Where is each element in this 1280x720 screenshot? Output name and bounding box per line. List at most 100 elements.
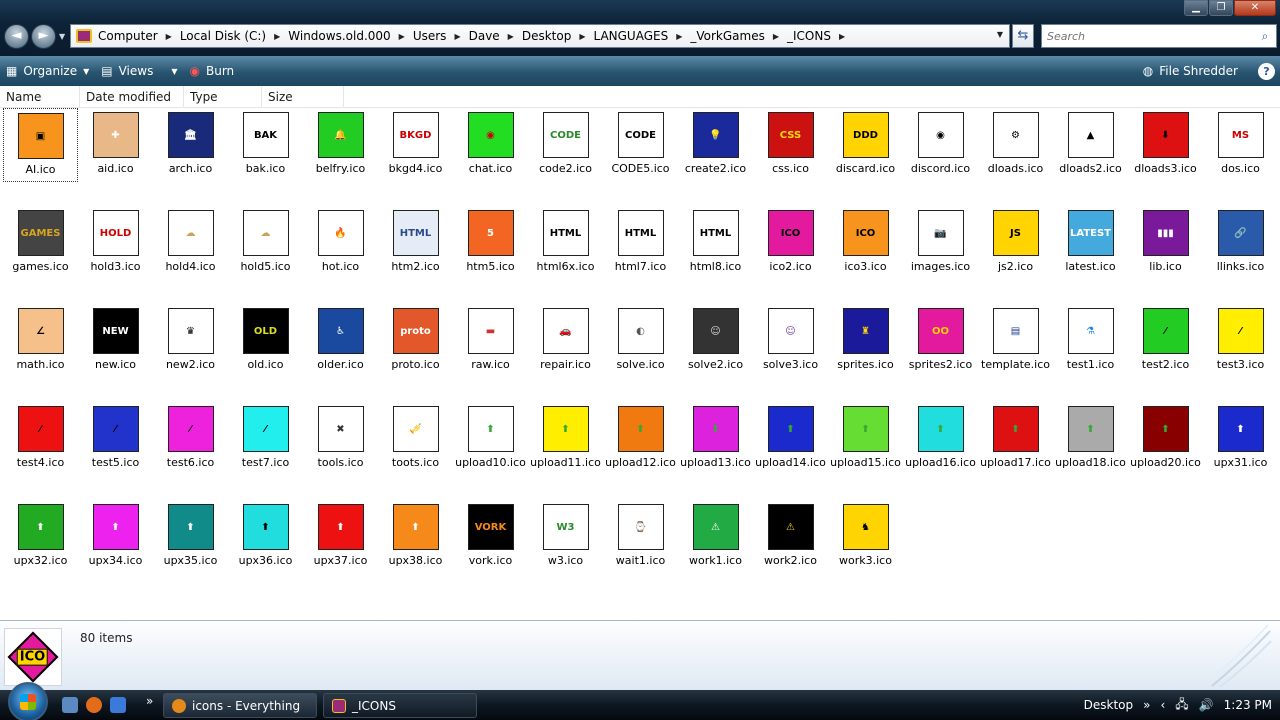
- file-item[interactable]: GAMES games.ico: [3, 206, 78, 280]
- organize-button[interactable]: ▦ Organize ▼: [0, 56, 95, 86]
- file-item[interactable]: ⬆ upload11.ico: [528, 402, 603, 476]
- file-item[interactable]: ☺ solve2.ico: [678, 304, 753, 378]
- firefox-icon[interactable]: [86, 697, 102, 713]
- views-button[interactable]: ▤ Views ▼: [95, 56, 183, 86]
- file-item[interactable]: DDD discard.ico: [828, 108, 903, 182]
- file-item[interactable]: ♜ sprites.ico: [828, 304, 903, 378]
- column-date-modified[interactable]: Date modified: [80, 86, 184, 108]
- search-input[interactable]: [1042, 29, 1254, 43]
- tray-expand-icon[interactable]: ‹: [1160, 698, 1165, 712]
- breadcrumb-arrow-icon[interactable]: ▶: [399, 32, 405, 41]
- file-item[interactable]: ⬆ upload10.ico: [453, 402, 528, 476]
- file-item[interactable]: HTML html8.ico: [678, 206, 753, 280]
- clock[interactable]: 1:23 PM: [1224, 698, 1272, 712]
- breadcrumb-arrow-icon[interactable]: ▶: [274, 32, 280, 41]
- breadcrumb-item[interactable]: Desktop ▶: [522, 29, 594, 43]
- file-item[interactable]: ⬆ upx32.ico: [3, 500, 78, 574]
- breadcrumb-item[interactable]: Computer ▶: [98, 29, 180, 43]
- file-item[interactable]: HTML htm2.ico: [378, 206, 453, 280]
- file-item[interactable]: 🚗 repair.ico: [528, 304, 603, 378]
- file-item[interactable]: ♛ new2.ico: [153, 304, 228, 378]
- file-item[interactable]: NEW new.ico: [78, 304, 153, 378]
- search-icon[interactable]: ⌕: [1254, 29, 1276, 44]
- breadcrumb-arrow-icon[interactable]: ▶: [454, 32, 460, 41]
- file-item[interactable]: 🔔 belfry.ico: [303, 108, 378, 182]
- file-item[interactable]: ⬆ upx31.ico: [1203, 402, 1278, 476]
- volume-icon[interactable]: 🔊: [1199, 698, 1214, 712]
- file-item[interactable]: 🔗 llinks.ico: [1203, 206, 1278, 280]
- minimize-button[interactable]: ▁: [1184, 0, 1208, 16]
- file-item[interactable]: ∠ math.ico: [3, 304, 78, 378]
- file-item[interactable]: ICO ico2.ico: [753, 206, 828, 280]
- file-item[interactable]: ⁄ test7.ico: [228, 402, 303, 476]
- desktop-toolbar-label[interactable]: Desktop: [1084, 698, 1134, 712]
- desktop-chevron[interactable]: »: [1143, 698, 1150, 712]
- file-item[interactable]: ⬆ upload18.ico: [1053, 402, 1128, 476]
- help-icon[interactable]: ?: [1258, 63, 1275, 80]
- breadcrumb-item[interactable]: Users ▶: [413, 29, 469, 43]
- breadcrumb-arrow-icon[interactable]: ▶: [579, 32, 585, 41]
- breadcrumb-item[interactable]: _ICONS ▶: [787, 29, 853, 43]
- file-item[interactable]: ⌚ wait1.ico: [603, 500, 678, 574]
- file-item[interactable]: ⬆ upx36.ico: [228, 500, 303, 574]
- file-item[interactable]: proto proto.ico: [378, 304, 453, 378]
- file-item[interactable]: ⬆ upload15.ico: [828, 402, 903, 476]
- file-item[interactable]: ▮▮▮ lib.ico: [1128, 206, 1203, 280]
- column-size[interactable]: Size: [262, 86, 344, 108]
- file-item[interactable]: ✚ aid.ico: [78, 108, 153, 182]
- file-item[interactable]: ⬆ upx35.ico: [153, 500, 228, 574]
- forward-button[interactable]: ►: [31, 24, 56, 49]
- file-item[interactable]: ⬇ dloads3.ico: [1128, 108, 1203, 182]
- file-item[interactable]: ⁄ test4.ico: [3, 402, 78, 476]
- file-item[interactable]: ⬆ upload16.ico: [903, 402, 978, 476]
- file-item[interactable]: MS dos.ico: [1203, 108, 1278, 182]
- file-item[interactable]: ⬆ upx37.ico: [303, 500, 378, 574]
- file-item[interactable]: ♿ older.ico: [303, 304, 378, 378]
- file-item[interactable]: ✖ tools.ico: [303, 402, 378, 476]
- file-item[interactable]: ⚙ dloads.ico: [978, 108, 1053, 182]
- file-item[interactable]: ◉ chat.ico: [453, 108, 528, 182]
- address-dropdown-icon[interactable]: ▼: [997, 30, 1003, 39]
- file-item[interactable]: ☁ hold5.ico: [228, 206, 303, 280]
- address-bar[interactable]: Computer ▶ Local Disk (C:) ▶ Windows.old.000…: [70, 24, 1010, 48]
- file-item[interactable]: ⚠ work1.ico: [678, 500, 753, 574]
- breadcrumb-item[interactable]: Dave ▶: [469, 29, 522, 43]
- file-item[interactable]: CODE code2.ico: [528, 108, 603, 182]
- breadcrumb-arrow-icon[interactable]: ▶: [839, 32, 845, 41]
- file-item[interactable]: ⬆ upx38.ico: [378, 500, 453, 574]
- recent-pages-dropdown-icon[interactable]: ▼: [59, 32, 65, 41]
- file-item[interactable]: 🏛 arch.ico: [153, 108, 228, 182]
- start-button[interactable]: [8, 682, 48, 720]
- file-item[interactable]: ⬆ upload14.ico: [753, 402, 828, 476]
- breadcrumb-arrow-icon[interactable]: ▶: [676, 32, 682, 41]
- file-item[interactable]: CODE CODE5.ico: [603, 108, 678, 182]
- file-item[interactable]: OO sprites2.ico: [903, 304, 978, 378]
- breadcrumb-item[interactable]: LANGUAGES ▶: [593, 29, 690, 43]
- file-item[interactable]: ☺ solve3.ico: [753, 304, 828, 378]
- file-item[interactable]: ▲ dloads2.ico: [1053, 108, 1128, 182]
- refresh-icon[interactable]: ⇆: [1012, 24, 1034, 48]
- quick-launch-chevron[interactable]: »: [146, 694, 153, 708]
- file-item[interactable]: ▣ AI.ico: [3, 108, 78, 182]
- file-item[interactable]: ⚠ work2.ico: [753, 500, 828, 574]
- column-name[interactable]: Name: [0, 86, 80, 108]
- file-item[interactable]: ⁄ test6.ico: [153, 402, 228, 476]
- breadcrumb-arrow-icon[interactable]: ▶: [166, 32, 172, 41]
- column-type[interactable]: Type: [184, 86, 262, 108]
- maximize-button[interactable]: ❐: [1209, 0, 1233, 16]
- file-item[interactable]: BKGD bkgd4.ico: [378, 108, 453, 182]
- file-item[interactable]: VORK vork.ico: [453, 500, 528, 574]
- file-item[interactable]: ⬆ upload17.ico: [978, 402, 1053, 476]
- back-button[interactable]: ◄: [4, 24, 29, 49]
- file-item[interactable]: ⁄ test3.ico: [1203, 304, 1278, 378]
- file-item[interactable]: HTML html7.ico: [603, 206, 678, 280]
- network-icon[interactable]: 🖧: [1175, 695, 1188, 716]
- burn-button[interactable]: ◉ Burn: [184, 56, 241, 86]
- file-item[interactable]: ⬆ upload13.ico: [678, 402, 753, 476]
- file-item[interactable]: 🎺 toots.ico: [378, 402, 453, 476]
- file-item[interactable]: 🔥 hot.ico: [303, 206, 378, 280]
- breadcrumb-item[interactable]: Windows.old.000 ▶: [288, 29, 413, 43]
- breadcrumb-item[interactable]: Local Disk (C:) ▶: [180, 29, 288, 43]
- file-shredder-button[interactable]: ◍ File Shredder: [1137, 56, 1244, 86]
- taskbar-item-icons[interactable]: _ICONS: [323, 693, 477, 718]
